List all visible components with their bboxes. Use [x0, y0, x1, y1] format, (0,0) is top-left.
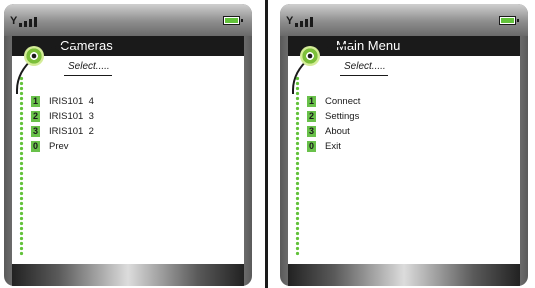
subtitle-underline: [64, 75, 112, 76]
menu-item-number: 3: [31, 126, 40, 137]
subtitle-underline: [340, 75, 388, 76]
menu-item-prev[interactable]: 0 Prev: [31, 139, 94, 154]
menu-item-number: 2: [307, 111, 316, 122]
dotted-guide-line: [295, 76, 300, 256]
screen-subtitle: Select.....: [344, 61, 386, 72]
menu-item-label: IRIS101 2: [49, 126, 94, 137]
main-menu: 1 Connect 2 Settings 3 About 0 Exit: [307, 94, 360, 154]
menu-item-number: 0: [307, 141, 316, 152]
screen-subtitle: Select.....: [68, 61, 110, 72]
menu-item-camera-iris101-4[interactable]: 1 IRIS101 4: [31, 94, 94, 109]
phone-screen: Cameras Select..... 1 IRIS101 4 2 IRIS10…: [12, 36, 244, 264]
dotted-guide-line: [19, 76, 24, 256]
menu-item-settings[interactable]: 2 Settings: [307, 109, 360, 124]
menu-item-label: Prev: [49, 141, 69, 152]
menu-item-camera-iris101-2[interactable]: 3 IRIS101 2: [31, 124, 94, 139]
softkey-bar[interactable]: [12, 264, 244, 286]
status-bar: Y: [280, 4, 528, 36]
menu-item-connect[interactable]: 1 Connect: [307, 94, 360, 109]
menu-item-label: Exit: [325, 141, 341, 152]
menu-item-label: Connect: [325, 96, 361, 107]
menu-item-label: IRIS101 3: [49, 111, 94, 122]
menu-item-about[interactable]: 3 About: [307, 124, 360, 139]
panel-divider: [265, 0, 268, 288]
phone-frame-main-menu: Y Main Menu Select..... 1 Connect 2 Sett…: [280, 4, 528, 286]
menu-item-camera-iris101-3[interactable]: 2 IRIS101 3: [31, 109, 94, 124]
menu-item-label: Settings: [325, 111, 360, 122]
menu-item-label: About: [325, 126, 350, 137]
camera-menu: 1 IRIS101 4 2 IRIS101 3 3 IRIS101 2 0 Pr…: [31, 94, 94, 154]
phone-screen: Main Menu Select..... 1 Connect 2 Settin…: [288, 36, 520, 264]
phone-frame-cameras: Y Cameras Select..... 1 IRIS101 4 2 IRIS…: [4, 4, 252, 286]
menu-item-number: 0: [31, 141, 40, 152]
eye-logo-icon: [24, 46, 44, 66]
eye-logo-icon: [300, 46, 320, 66]
menu-item-exit[interactable]: 0 Exit: [307, 139, 360, 154]
signal-strength-icon: Y: [286, 16, 320, 27]
signal-strength-icon: Y: [10, 16, 44, 27]
menu-item-number: 1: [307, 96, 316, 107]
battery-icon: [499, 16, 519, 25]
softkey-bar[interactable]: [288, 264, 520, 286]
menu-item-number: 3: [307, 126, 316, 137]
menu-item-label: IRIS101 4: [49, 96, 94, 107]
menu-item-number: 1: [31, 96, 40, 107]
menu-item-number: 2: [31, 111, 40, 122]
status-bar: Y: [4, 4, 252, 36]
battery-icon: [223, 16, 243, 25]
